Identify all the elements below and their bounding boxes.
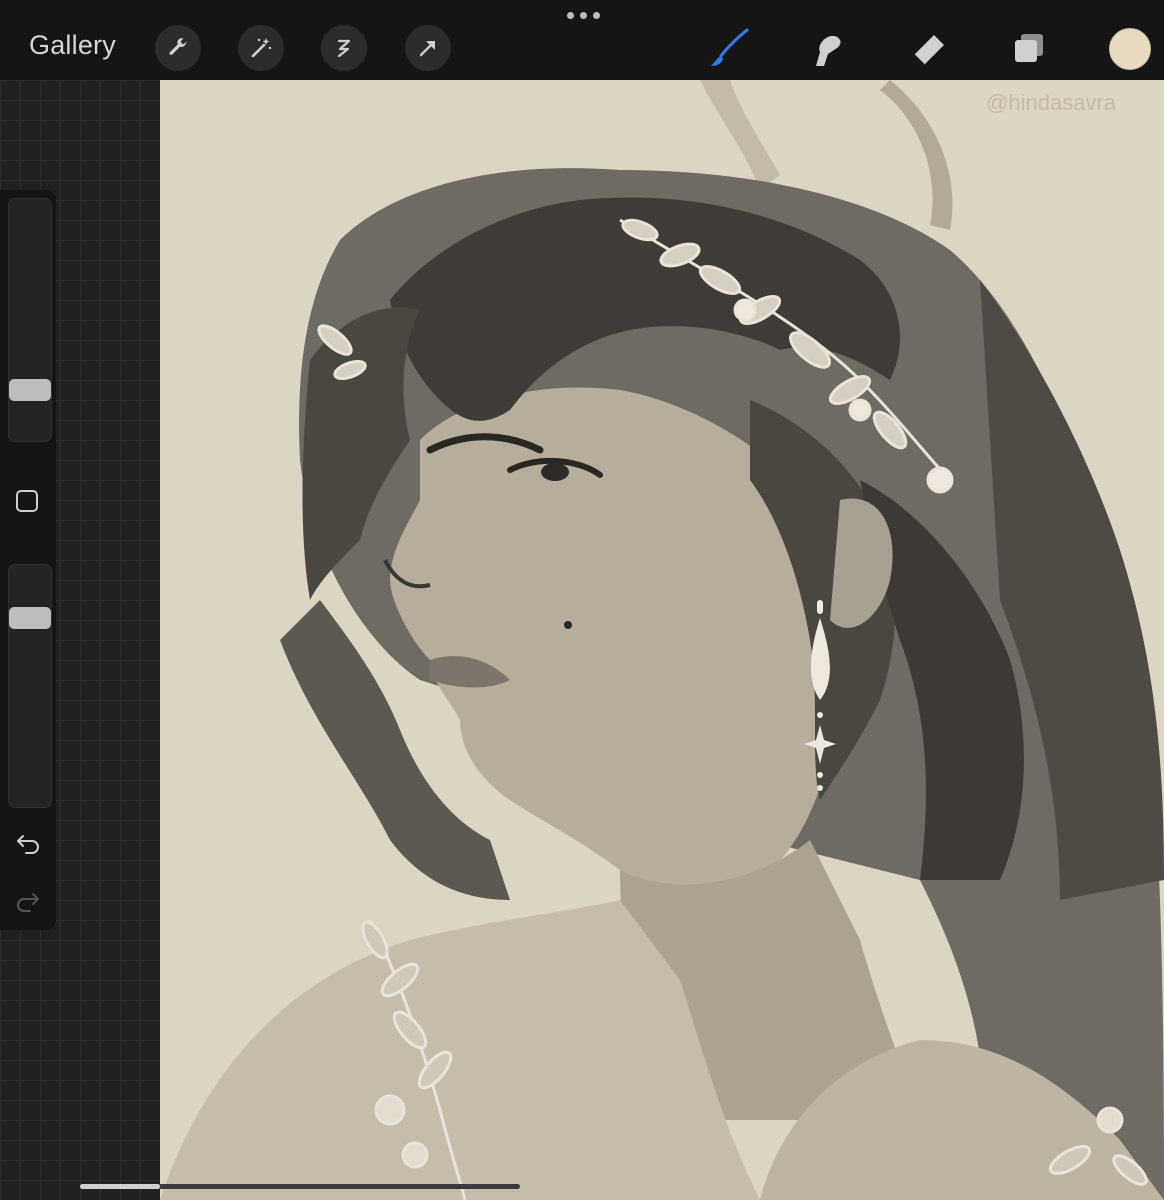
redo-icon[interactable] <box>14 890 42 914</box>
brush-button[interactable] <box>703 22 755 74</box>
color-swatch-button[interactable] <box>1109 28 1151 70</box>
modify-button[interactable] <box>16 490 38 512</box>
magic-wand-icon <box>251 38 272 58</box>
layers-button[interactable] <box>1003 22 1055 74</box>
top-toolbar: Gallery <box>0 0 1164 80</box>
arrow-cursor-icon <box>419 41 435 57</box>
multitasking-dots-icon[interactable] <box>563 12 603 22</box>
adjustments-button[interactable] <box>238 25 284 71</box>
sidebar <box>0 190 56 930</box>
artwork-portrait <box>160 80 1164 1200</box>
smudge-finger-icon <box>816 35 841 66</box>
drawing-canvas[interactable]: @hindasavra <box>160 80 1164 1200</box>
brush-icon <box>711 28 749 66</box>
gallery-button[interactable]: Gallery <box>29 30 116 61</box>
actions-button[interactable] <box>155 25 201 71</box>
artist-watermark: @hindasavra <box>986 90 1116 115</box>
eraser-button[interactable] <box>903 22 955 74</box>
opacity-thumb[interactable] <box>9 607 51 629</box>
selection-s-icon <box>337 39 351 58</box>
transform-button[interactable] <box>405 25 451 71</box>
opacity-slider[interactable] <box>8 564 52 808</box>
eraser-icon <box>913 35 944 66</box>
smudge-button[interactable] <box>800 22 852 74</box>
brush-size-thumb[interactable] <box>9 379 51 401</box>
selection-button[interactable] <box>321 25 367 71</box>
scroll-indicator <box>80 1184 520 1189</box>
layers-icon <box>1015 34 1043 62</box>
wrench-icon <box>169 38 187 55</box>
brush-size-slider[interactable] <box>8 198 52 442</box>
undo-icon[interactable] <box>14 832 42 856</box>
